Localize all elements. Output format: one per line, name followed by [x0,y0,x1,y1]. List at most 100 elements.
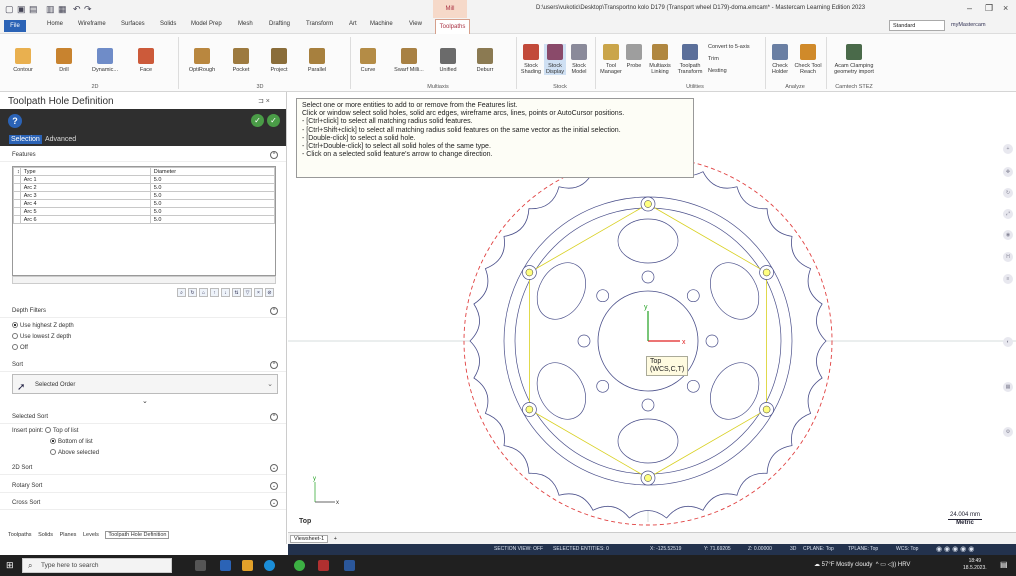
drill-button[interactable]: Drill [52,48,76,73]
word-icon[interactable] [344,560,355,571]
filter-icon[interactable]: ▽ [243,288,252,297]
multiaxis-linking-button[interactable]: Multiaxis Linking [646,44,674,75]
radio-above-selected[interactable]: Above selected [50,449,99,456]
tab-home[interactable]: Home [47,21,63,27]
clock[interactable]: 18:49 18.5.2023. [963,558,987,572]
tab-levels-manager[interactable]: Levels [83,532,99,538]
column-type[interactable]: Type [19,167,151,176]
probe-button[interactable]: Probe [624,44,644,69]
files-icon[interactable] [242,560,253,571]
add-viewsheet-icon[interactable]: + [334,536,337,542]
viewsheet-tab[interactable]: Viewsheet-1 [290,535,329,543]
zoom-in-icon[interactable]: + [1003,144,1013,154]
radio-use-lowest-z[interactable]: Use lowest Z depth [12,333,71,340]
optirough-button[interactable]: OptiRough [183,48,221,73]
tab-file[interactable]: File [4,20,26,32]
explorer-icon[interactable] [220,560,231,571]
tab-machine[interactable]: Machine [370,21,393,27]
tab-solids[interactable]: Solids [160,21,176,27]
undo-icon[interactable]: ↶ [73,4,81,15]
dynamic-button[interactable]: Dynamic... [86,48,124,73]
check-tool-reach-button[interactable]: Check Tool Reach [794,44,822,75]
task-view-icon[interactable] [195,560,206,571]
windows-start-icon[interactable]: ⊞ [6,560,14,571]
deburr-button[interactable]: Deburr [470,48,500,73]
table-row[interactable]: Arc 3 5.0 [13,191,276,200]
tab-toolpaths-manager[interactable]: Toolpaths [8,532,32,538]
toolpath-transform-button[interactable]: Toolpath Transform [675,44,705,75]
tab-selection[interactable]: Selection [9,135,42,144]
stock-model-button[interactable]: Stock Model [568,44,590,75]
trim-button[interactable]: Trim [708,56,748,62]
tab-planes-manager[interactable]: Planes [60,532,77,538]
tool-manager-button[interactable]: Tool Manager [599,44,623,75]
shade-icon[interactable]: ◐ [1003,337,1013,347]
expand-more-icon[interactable]: ⌄ [142,397,148,405]
fit-icon[interactable]: ⤢ [1003,209,1013,219]
tab-view[interactable]: View [409,21,422,27]
settings-icon[interactable]: ⚙ [1003,427,1013,437]
print-icon[interactable]: ▥ [46,4,55,15]
chrome-icon[interactable] [294,560,305,571]
mymastercam-link[interactable]: myMastercam [951,22,986,28]
table-row[interactable]: Arc 6 5.0 [13,215,276,224]
convert-to-5axis-button[interactable]: Convert to 5-axis [708,44,764,50]
tab-solids-manager[interactable]: Solids [38,532,53,538]
project-button[interactable]: Project [264,48,294,73]
apply-icon[interactable]: ✓ [267,114,280,127]
radio-top-of-list[interactable]: Insert point: Top of list [12,427,78,434]
weather-widget[interactable]: ☁ 57°F Mostly cloudy ^ ▭ ◁)) HRV [814,561,910,568]
acam-clamping-button[interactable]: Acam Clamping geometry import [829,44,879,75]
selected-sort-header[interactable]: Selected Sort ^ [0,411,286,424]
mastercam-icon[interactable] [318,560,329,571]
tab-surfaces[interactable]: Surfaces [121,21,145,27]
tab-drafting[interactable]: Drafting [269,21,290,27]
wcs-status[interactable]: WCS: Top [896,544,918,555]
sort-order-select[interactable]: ➚ Selected Order ⌄ [12,374,278,394]
table-row[interactable]: Arc 1 5.0 [13,175,276,184]
redo-icon[interactable]: ↷ [84,4,92,15]
hole-icon[interactable]: H [1003,252,1013,262]
tplane-status[interactable]: TPLANE: Top [848,544,878,555]
depth-filters-header[interactable]: Depth Filters ^ [0,305,286,318]
new-file-icon[interactable]: ▢ [5,4,14,15]
help-icon[interactable]: ? [8,114,22,128]
ok-icon[interactable]: ✓ [251,114,264,127]
mode-status[interactable]: 3D [790,544,796,555]
save-icon[interactable]: ▣ [17,4,26,15]
tab-hole-definition[interactable]: Toolpath Hole Definition [105,531,170,539]
remove-icon[interactable]: × [254,288,263,297]
tab-transform[interactable]: Transform [306,21,333,27]
tab-mesh[interactable]: Mesh [238,21,253,27]
rotate-icon[interactable]: ↻ [1003,188,1013,198]
cross-sort-header[interactable]: Cross Sort ⌄ [0,497,286,510]
move-up-icon[interactable]: ↑ [210,288,219,297]
curve-button[interactable]: Curve [356,48,380,73]
stock-shading-button[interactable]: Stock Shading [520,44,542,75]
taskbar-search[interactable]: ⌕ Type here to search [22,558,172,573]
tab-wireframe[interactable]: Wireframe [78,21,106,27]
nesting-button[interactable]: Nesting [708,68,748,74]
config-select[interactable]: Standard [889,20,945,31]
pocket-button[interactable]: Pocket [226,48,256,73]
sort-section-header[interactable]: Sort ^ [0,359,286,372]
column-diameter[interactable]: Diameter [149,167,276,176]
radio-off[interactable]: Off [12,344,28,351]
minimize-icon[interactable]: – [967,3,972,13]
check-holder-button[interactable]: Check Holder [768,44,792,75]
clear-icon[interactable]: ⊘ [265,288,274,297]
reverse-icon[interactable]: ⇅ [232,288,241,297]
save-as-icon[interactable]: ▦ [58,4,67,15]
display-mode-icons[interactable]: ◉ ◉ ◉ ◉ ◉ [936,544,974,555]
panel-pin-close[interactable]: ⊐ × [258,97,270,105]
swarf-milling-button[interactable]: Swarf Milli... [389,48,429,73]
view-icon[interactable]: ◉ [1003,230,1013,240]
unified-button[interactable]: Unified [433,48,463,73]
zoom-icon[interactable]: ⌕ [177,288,186,297]
graphics-viewport[interactable]: Select one or more entities to add to or… [288,92,1016,544]
radio-use-highest-z[interactable]: Use highest Z depth [12,322,74,329]
radio-bottom-of-list[interactable]: Bottom of list [50,438,93,445]
features-scrollbar[interactable] [12,276,276,284]
features-section-header[interactable]: Features ^ [0,149,286,162]
restore-icon[interactable]: ❐ [985,3,993,14]
